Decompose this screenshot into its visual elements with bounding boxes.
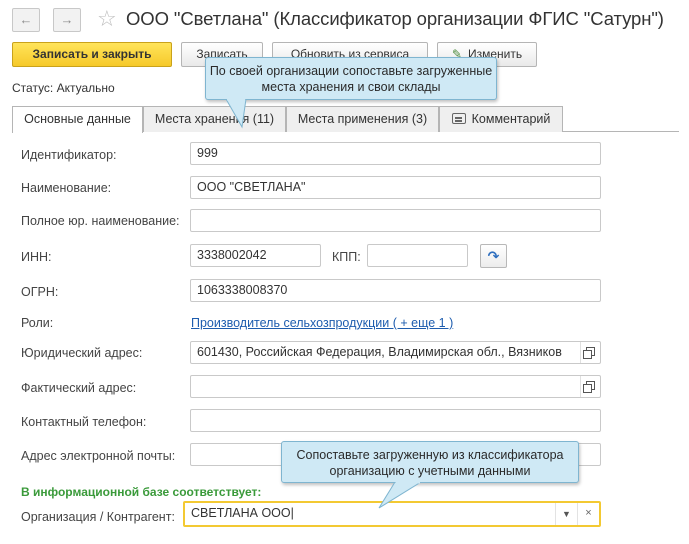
tab-usage-places[interactable]: Места применения (3) bbox=[286, 106, 439, 132]
identifier-label: Идентификатор: bbox=[21, 148, 117, 162]
open-form-icon bbox=[583, 381, 595, 393]
name-field[interactable]: ООО "СВЕТЛАНА" bbox=[190, 176, 601, 199]
open-address-button[interactable] bbox=[580, 342, 600, 363]
roles-label: Роли: bbox=[21, 316, 54, 330]
ogrn-label: ОГРН: bbox=[21, 285, 59, 299]
tab-storage-places[interactable]: Места хранения (11) bbox=[143, 106, 286, 132]
callout-top-pointer bbox=[225, 99, 247, 129]
save-and-close-button[interactable]: Записать и закрыть bbox=[12, 42, 172, 67]
tab-comment[interactable]: Комментарий bbox=[439, 106, 563, 132]
phone-label: Контактный телефон: bbox=[21, 415, 147, 429]
dropdown-button[interactable]: ▼ bbox=[555, 503, 577, 525]
callout-bottom-pointer bbox=[378, 482, 422, 509]
actual-address-field[interactable] bbox=[190, 375, 601, 398]
email-label: Адрес электронной почты: bbox=[21, 449, 176, 463]
clear-button[interactable]: × bbox=[577, 503, 599, 525]
status-text: Статус: Актуально bbox=[12, 81, 115, 95]
identifier-field[interactable]: 999 bbox=[190, 142, 601, 165]
phone-field[interactable] bbox=[190, 409, 601, 432]
comment-icon bbox=[451, 113, 466, 124]
page-title: ООО "Светлана" (Классификатор организаци… bbox=[126, 8, 664, 29]
tab-main-data[interactable]: Основные данные bbox=[12, 106, 143, 133]
hint-callout-bottom: Сопоставьте загруженную из классификатор… bbox=[281, 441, 579, 483]
back-button[interactable]: ← bbox=[12, 8, 40, 32]
full-name-field[interactable] bbox=[190, 209, 601, 232]
tab-comment-label: Комментарий bbox=[471, 112, 551, 126]
actual-address-label: Фактический адрес: bbox=[21, 381, 137, 395]
roles-link[interactable]: Производитель сельхозпродукции ( + еще 1… bbox=[191, 316, 453, 330]
forward-button[interactable]: → bbox=[53, 8, 81, 32]
name-label: Наименование: bbox=[21, 181, 112, 195]
arrow-left-icon: ← bbox=[19, 12, 33, 27]
chevron-down-icon: ▼ bbox=[562, 509, 571, 519]
open-form-icon bbox=[583, 347, 595, 359]
ogrn-field[interactable]: 1063338008370 bbox=[190, 279, 601, 302]
close-icon: × bbox=[585, 507, 592, 519]
hint-callout-top: По своей организации сопоставьте загруже… bbox=[205, 57, 497, 100]
matches-section-label: В информационной базе соответствует: bbox=[21, 485, 262, 499]
inn-field[interactable]: 3338002042 bbox=[190, 244, 321, 267]
org-label: Организация / Контрагент: bbox=[21, 510, 175, 524]
fill-from-inn-button[interactable]: ↷ bbox=[480, 244, 507, 268]
inn-label: ИНН: bbox=[21, 250, 52, 264]
kpp-label: КПП: bbox=[332, 250, 361, 264]
arrow-curve-icon: ↷ bbox=[487, 248, 500, 264]
arrow-right-icon: → bbox=[60, 12, 74, 27]
legal-address-value: 601430, Российская Федерация, Владимирск… bbox=[197, 345, 562, 359]
kpp-field[interactable] bbox=[367, 244, 468, 267]
legal-address-field[interactable]: 601430, Российская Федерация, Владимирск… bbox=[190, 341, 601, 364]
open-actual-address-button[interactable] bbox=[580, 376, 600, 397]
organization-value: СВЕТЛАНА ООО bbox=[191, 506, 291, 520]
star-icon[interactable]: ☆ bbox=[97, 6, 117, 32]
full-name-label: Полное юр. наименование: bbox=[21, 214, 180, 228]
legal-address-label: Юридический адрес: bbox=[21, 346, 143, 360]
